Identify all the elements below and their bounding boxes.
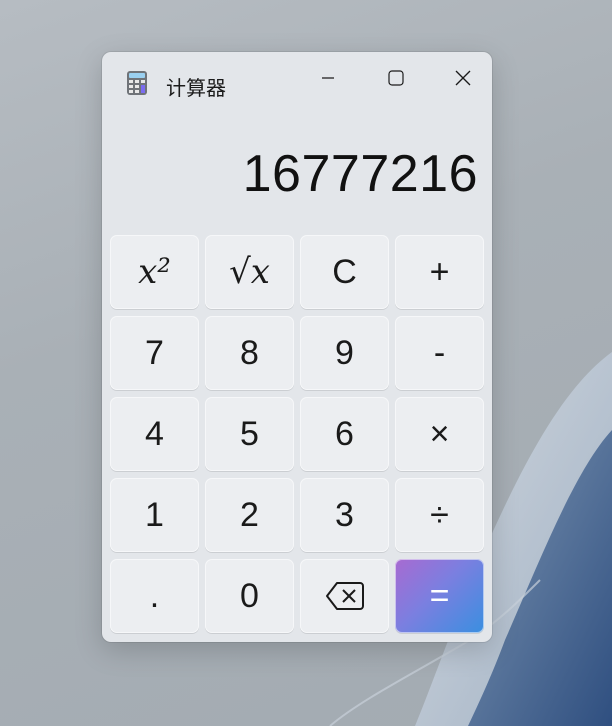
equals-button[interactable]: =	[395, 559, 484, 633]
nine-button[interactable]: 9	[300, 316, 389, 390]
one-button[interactable]: 1	[110, 478, 199, 552]
divide-button[interactable]: ÷	[395, 478, 484, 552]
four-button[interactable]: 4	[110, 397, 199, 471]
minus-button[interactable]: -	[395, 316, 484, 390]
three-button[interactable]: 3	[300, 478, 389, 552]
backspace-icon	[325, 582, 364, 610]
title-bar[interactable]: 计算器	[102, 52, 492, 114]
eight-button[interactable]: 8	[205, 316, 294, 390]
decimal-button[interactable]: .	[110, 559, 199, 633]
result-display: 16777216	[242, 145, 478, 203]
maximize-icon	[388, 70, 404, 86]
close-button[interactable]	[440, 62, 486, 94]
sqrt-button[interactable]: √x	[205, 235, 294, 309]
minimize-icon	[322, 77, 334, 79]
plus-button[interactable]: +	[395, 235, 484, 309]
seven-button[interactable]: 7	[110, 316, 199, 390]
multiply-button[interactable]: ×	[395, 397, 484, 471]
square-button[interactable]: x²	[110, 235, 199, 309]
six-button[interactable]: 6	[300, 397, 389, 471]
clear-button[interactable]: C	[300, 235, 389, 309]
window-title: 计算器	[166, 76, 226, 100]
calculator-window: 计算器 16777216 x² √x C + 7 8 9 - 4 5 6 × 1…	[102, 52, 492, 642]
zero-button[interactable]: 0	[205, 559, 294, 633]
minimize-button[interactable]	[305, 62, 351, 94]
calculator-icon	[126, 70, 148, 96]
backspace-button[interactable]	[300, 559, 389, 633]
two-button[interactable]: 2	[205, 478, 294, 552]
close-icon	[455, 70, 471, 86]
keypad: x² √x C + 7 8 9 - 4 5 6 × 1 2 3 ÷ . 0 =	[110, 235, 486, 635]
maximize-button[interactable]	[373, 62, 419, 94]
five-button[interactable]: 5	[205, 397, 294, 471]
